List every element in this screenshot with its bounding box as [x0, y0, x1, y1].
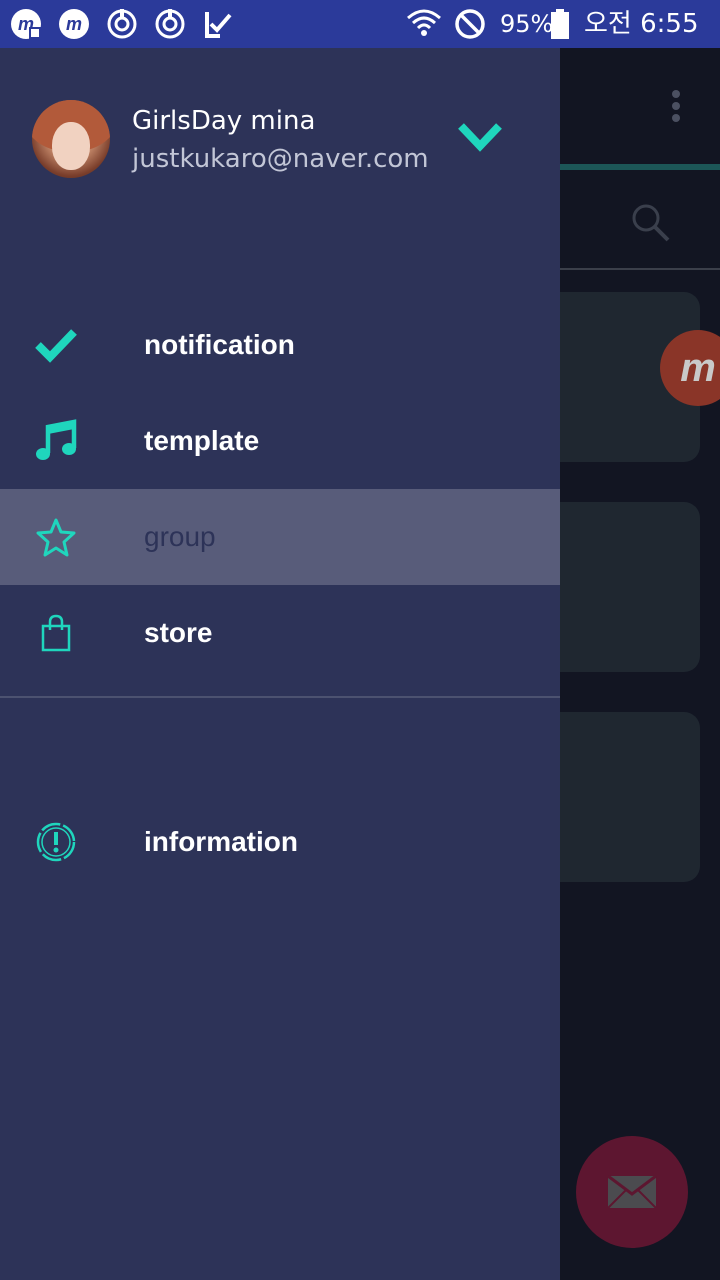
user-name: GirlsDay mina — [132, 106, 316, 136]
music-note-icon — [30, 417, 82, 465]
drawer-divider — [0, 696, 560, 698]
menu-item-store[interactable]: store — [0, 585, 560, 681]
user-email: justkukaro@naver.com — [132, 144, 429, 174]
wifi-icon — [406, 8, 442, 40]
clock: 오전 6:55 — [584, 9, 699, 39]
svg-text:m: m — [66, 14, 82, 34]
do-not-disturb-icon — [454, 8, 486, 40]
menu-item-group[interactable]: group — [0, 489, 560, 585]
menu-item-notification[interactable]: notification — [0, 297, 560, 393]
sync-icon — [106, 8, 138, 40]
app-m-notification-icon: m — [10, 8, 42, 40]
menu-item-template[interactable]: template — [0, 393, 560, 489]
app-m-icon: m — [58, 8, 90, 40]
avatar[interactable] — [32, 100, 110, 178]
menu-item-label: notification — [144, 329, 295, 360]
battery-icon — [548, 8, 572, 40]
search-icon — [628, 200, 672, 244]
info-circle-icon — [30, 818, 82, 866]
menu-item-information[interactable]: information — [0, 794, 560, 890]
chevron-down-icon — [458, 123, 502, 152]
battery-percent: 95% — [500, 10, 554, 38]
menu-item-label: store — [144, 617, 213, 648]
compose-fab — [576, 1136, 688, 1248]
menu-item-label: information — [144, 826, 298, 857]
mail-icon — [607, 1174, 657, 1209]
status-bar: m m 95% 오전 6:55 — [0, 0, 720, 48]
task-check-icon — [202, 8, 234, 40]
overflow-menu-icon — [666, 88, 686, 128]
account-switcher-button[interactable] — [452, 114, 508, 158]
check-icon — [30, 321, 82, 369]
shopping-bag-icon — [30, 609, 82, 657]
star-icon — [30, 513, 82, 561]
menu-item-label: group — [144, 521, 216, 552]
menu-item-label: template — [144, 425, 260, 456]
screen: m m 95% 오전 6:55 m GirlsDay mina justkuka… — [0, 0, 720, 1280]
navigation-drawer: GirlsDay mina justkukaro@naver.com notif… — [0, 48, 560, 1280]
sync-icon — [154, 8, 186, 40]
